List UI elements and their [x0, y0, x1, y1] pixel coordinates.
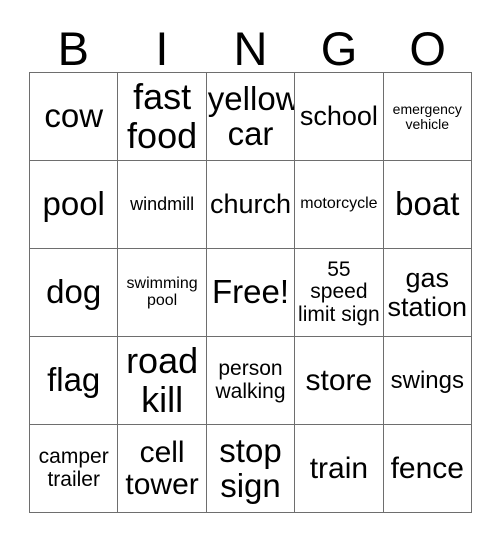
bingo-cell-label: swimming pool — [126, 274, 198, 309]
bingo-cell[interactable]: fence — [383, 425, 472, 513]
bingo-cell-label: pool — [42, 185, 105, 223]
bingo-cell-label: yellow car — [207, 79, 296, 152]
bingo-cell[interactable]: cow — [30, 73, 119, 161]
bingo-header-letter-o: O — [383, 16, 472, 76]
bingo-cell[interactable]: fast food — [118, 73, 207, 161]
bingo-cell[interactable]: motorcycle — [295, 161, 384, 249]
bingo-cell-label: gas station — [387, 262, 468, 322]
bingo-free-space-cell[interactable]: Free! — [206, 249, 296, 337]
bingo-cell-label: store — [305, 363, 373, 397]
bingo-cell-label: windmill — [130, 193, 195, 214]
header-letter-text: G — [320, 22, 358, 76]
bingo-cell[interactable]: pool — [30, 161, 119, 249]
bingo-cell[interactable]: church — [206, 161, 296, 249]
bingo-cell[interactable]: windmill — [118, 161, 207, 249]
bingo-cell[interactable]: store — [295, 337, 384, 425]
bingo-cell[interactable]: person walking — [206, 337, 296, 425]
bingo-cell[interactable]: dog — [30, 249, 119, 337]
bingo-cell-label: swings — [390, 366, 464, 394]
bingo-cell-label: camper trailer — [38, 445, 109, 491]
bingo-header-letter-i: I — [118, 16, 207, 76]
bingo-cell[interactable]: yellow car — [206, 73, 296, 161]
bingo-cell-label: church — [209, 189, 292, 220]
bingo-cell[interactable]: cell tower — [118, 425, 207, 513]
bingo-header-letter-b: B — [29, 16, 118, 76]
bingo-cell-label: dog — [46, 273, 102, 311]
bingo-cell-label: fence — [390, 451, 464, 485]
bingo-cell-label: cell tower — [125, 435, 199, 501]
bingo-cell[interactable]: road kill — [118, 337, 207, 425]
bingo-cell-label: fast food — [127, 76, 198, 156]
bingo-cell[interactable]: swings — [383, 337, 472, 425]
bingo-cell[interactable]: flag — [30, 337, 119, 425]
bingo-cell[interactable]: swimming pool — [118, 249, 207, 337]
bingo-cell-label: boat — [395, 185, 460, 223]
bingo-cell[interactable]: stop sign — [206, 425, 296, 513]
bingo-cell-label: stop sign — [219, 431, 282, 504]
bingo-cell[interactable]: emergency vehicle — [383, 73, 472, 161]
header-letter-text: B — [57, 22, 89, 76]
bingo-cell-label: train — [309, 451, 369, 485]
header-letter-text: O — [409, 22, 446, 76]
bingo-header-letter-n: N — [206, 16, 295, 76]
bingo-cell-label: school — [299, 101, 378, 132]
bingo-card: B I N G O cow fast food yellow car school em… — [0, 0, 500, 544]
bingo-cell[interactable]: school — [295, 73, 384, 161]
bingo-cell[interactable]: 55 speed limit sign — [295, 249, 384, 337]
bingo-cell-label: 55 speed limit sign — [298, 258, 380, 326]
bingo-cell-label: cow — [44, 97, 104, 135]
bingo-cell[interactable]: gas station — [383, 249, 472, 337]
bingo-grid: cow fast food yellow car school emergency ve… — [29, 72, 472, 513]
bingo-cell[interactable]: camper trailer — [30, 425, 119, 513]
bingo-cell-label: person walking — [215, 357, 286, 403]
bingo-header-row: B I N G O — [29, 16, 472, 76]
bingo-cell-label: motorcycle — [300, 195, 378, 213]
header-letter-text: I — [155, 22, 169, 76]
bingo-cell-label: Free! — [211, 273, 289, 311]
bingo-header-letter-g: G — [295, 16, 384, 76]
bingo-cell[interactable]: boat — [383, 161, 472, 249]
bingo-cell-label: flag — [47, 361, 101, 399]
bingo-cell-label: emergency vehicle — [392, 100, 462, 132]
header-letter-text: N — [233, 22, 268, 76]
bingo-cell[interactable]: train — [295, 425, 384, 513]
bingo-cell-label: road kill — [126, 340, 199, 420]
